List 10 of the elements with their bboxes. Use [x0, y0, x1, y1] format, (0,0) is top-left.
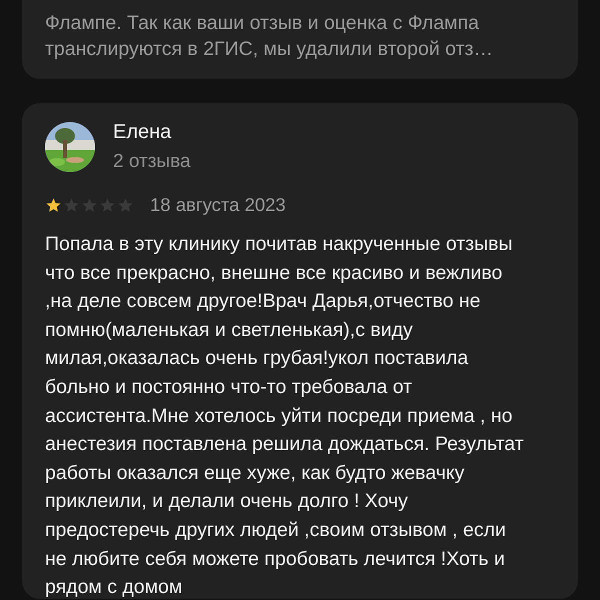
filled-star-icon	[45, 196, 62, 214]
review-text: Попала в эту клинику почитав накрученные отзывы что все прекрасно, внешне все красиво и вежливо ,на деле совсем другое!Врач Дарья,отчество не помню(маленькая и светленькая),с виду милая,оказалась очень грубая!укол поставила больно и постоянно что-то требовала от ассистента.Мне хотелось уйти посреди приема , но анестезия поставлена решила дождаться. Результат работы оказался еще хуже, как будто жевачку приклеили, и делали очень долго ! Хочу предостеречь других людей ,своим отзывом , если не любите себя можете пробовать лечится !Хоть и рядом с домом	[45, 232, 525, 600]
review-count: 2 отзыва	[113, 150, 191, 174]
reply-text: Флампе. Так как ваши отзыв и оценка с Флампа транслируются в 2ГИС, мы удалили второй отз…	[45, 11, 494, 62]
empty-star-icon	[63, 196, 80, 214]
empty-star-icon	[99, 196, 116, 214]
empty-star-icon	[117, 196, 134, 214]
empty-star-icon	[81, 196, 98, 214]
author-name: Елена	[113, 120, 172, 144]
review-date: 18 августа 2023	[150, 194, 286, 216]
